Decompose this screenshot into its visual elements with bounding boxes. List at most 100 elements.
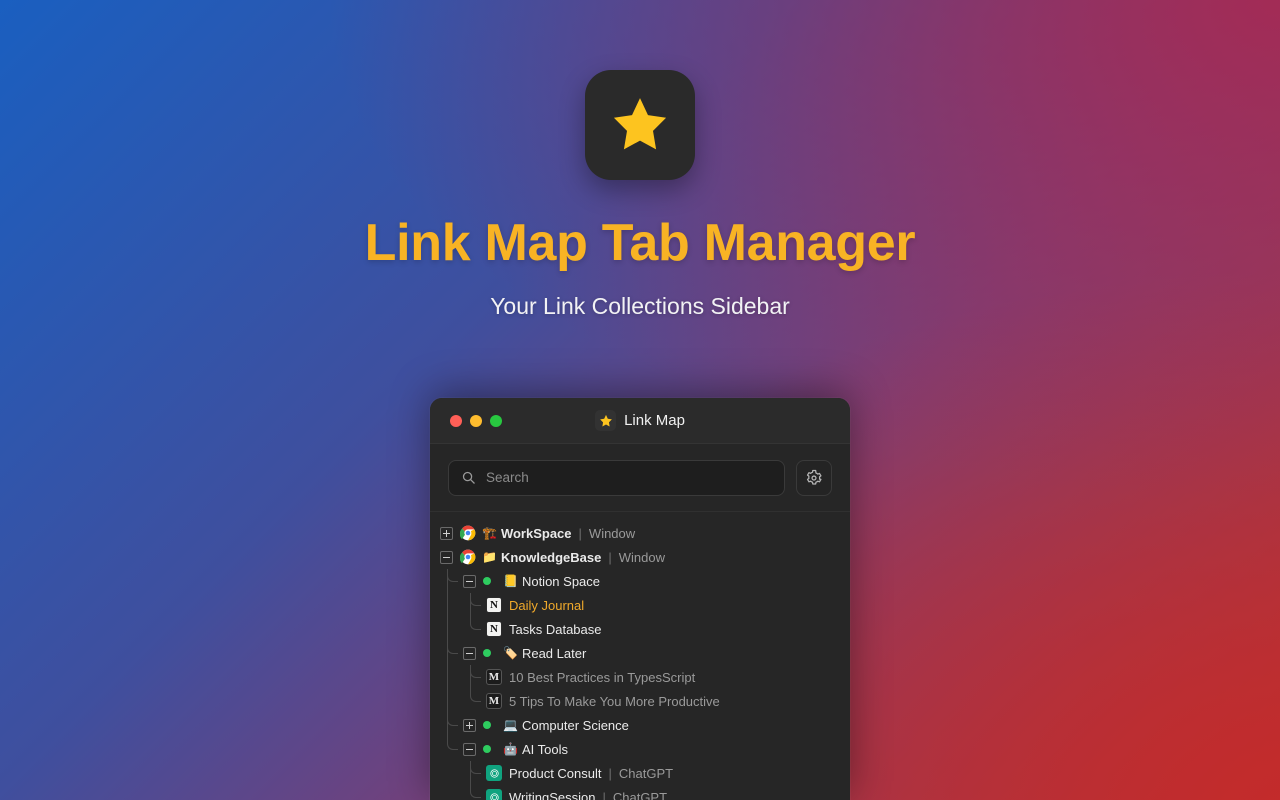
tree-item-label: Tasks Database bbox=[509, 621, 602, 637]
tree-item-label: 10 Best Practices in TypesScript bbox=[509, 669, 696, 685]
tree-elbow bbox=[470, 593, 481, 606]
tree-row-computer-science[interactable]: 💻 Computer Science bbox=[430, 713, 850, 737]
tree-row-tasks-database[interactable]: N Tasks Database bbox=[430, 617, 850, 641]
tree-item-label: WorkSpace bbox=[500, 525, 572, 541]
collapse-toggle[interactable] bbox=[463, 574, 476, 588]
tree-indent-guides bbox=[430, 521, 440, 545]
tree-item-label: Notion Space bbox=[521, 573, 601, 589]
tree-indent-guides bbox=[430, 617, 486, 641]
tree-indent-guides bbox=[430, 593, 486, 617]
tree-row-product-consult[interactable]: Product Consult | ChatGPT bbox=[430, 761, 850, 785]
notion-icon: N bbox=[486, 597, 502, 613]
tree-item-label: Read Later bbox=[521, 645, 587, 661]
tree-elbow bbox=[470, 665, 481, 678]
minimize-button[interactable] bbox=[470, 414, 482, 427]
group-emoji-icon: 🏷️ bbox=[503, 646, 518, 660]
tree-row-notion-space[interactable]: 📒 Notion Space bbox=[430, 569, 850, 593]
label-separator: | bbox=[602, 789, 606, 800]
app-badge bbox=[595, 410, 617, 431]
chatgpt-glyph bbox=[489, 792, 499, 800]
tree-guide-line bbox=[470, 665, 471, 689]
page-subtitle: Your Link Collections Sidebar bbox=[490, 293, 790, 319]
tree-item-label: Daily Journal bbox=[509, 597, 585, 613]
tree-indent-guides bbox=[430, 713, 463, 737]
group-emoji-icon: 🤖 bbox=[503, 742, 518, 756]
label-separator: | bbox=[578, 525, 582, 541]
tree-guide-line bbox=[447, 617, 448, 641]
tree-indent-guides bbox=[430, 545, 440, 569]
tree-elbow bbox=[470, 617, 481, 630]
tree-item-label: Computer Science bbox=[521, 717, 629, 733]
tree-elbow bbox=[470, 761, 481, 774]
tree-row-five-tips[interactable]: M 5 Tips To Make You More Productive bbox=[430, 689, 850, 713]
chrome-icon bbox=[460, 549, 476, 565]
chrome-icon bbox=[460, 525, 476, 541]
tree-elbow bbox=[447, 713, 458, 726]
gear-icon bbox=[806, 469, 822, 485]
tree-elbow bbox=[447, 569, 458, 582]
tree-guide-line bbox=[447, 665, 448, 689]
tree-elbow bbox=[470, 785, 481, 798]
tree-row-ts-best-practices[interactable]: M 10 Best Practices in TypesScript bbox=[430, 665, 850, 689]
collapse-toggle[interactable] bbox=[463, 646, 476, 660]
tree-elbow bbox=[447, 641, 458, 654]
tree-item-meta: Window bbox=[588, 525, 636, 541]
tree-item-meta: ChatGPT bbox=[618, 765, 674, 781]
tree-item-label: KnowledgeBase bbox=[500, 549, 602, 565]
chatgpt-icon bbox=[486, 765, 502, 781]
status-dot bbox=[483, 721, 491, 729]
tree-row-ai-tools[interactable]: 🤖 AI Tools bbox=[430, 737, 850, 761]
tree-row-workspace[interactable]: 🏗️ WorkSpace | Window bbox=[430, 521, 850, 545]
tree-guide-line bbox=[447, 569, 448, 593]
tree-item-label: Product Consult bbox=[509, 765, 602, 781]
tree-item-label: AI Tools bbox=[521, 741, 568, 757]
tree-guide-line bbox=[447, 641, 448, 665]
tree-indent-guides bbox=[430, 569, 463, 593]
label-separator: | bbox=[608, 549, 612, 565]
link-tree: 🏗️ WorkSpace | Window 📁 KnowledgeBase | Window 📒… bbox=[430, 512, 850, 800]
tree-guide-line bbox=[447, 689, 448, 713]
group-emoji-icon: 📁 bbox=[482, 550, 497, 564]
collapse-toggle[interactable] bbox=[463, 742, 476, 756]
tree-guide-line bbox=[470, 593, 471, 617]
tree-indent-guides bbox=[430, 665, 486, 689]
tree-guide-line bbox=[447, 713, 448, 737]
tree-indent-guides bbox=[430, 689, 486, 713]
medium-icon: M bbox=[486, 669, 502, 685]
status-dot bbox=[483, 577, 491, 585]
expand-toggle[interactable] bbox=[440, 526, 453, 540]
tree-elbow bbox=[470, 689, 481, 702]
tree-item-meta: Window bbox=[618, 549, 666, 565]
tree-row-writing-session[interactable]: WritingSession | ChatGPT bbox=[430, 785, 850, 800]
collapse-toggle[interactable] bbox=[440, 550, 453, 564]
tree-indent-guides bbox=[430, 737, 463, 761]
tree-guide-line bbox=[470, 761, 471, 785]
group-emoji-icon: 📒 bbox=[503, 574, 518, 588]
maximize-button[interactable] bbox=[490, 414, 502, 427]
search-icon bbox=[462, 471, 475, 484]
chatgpt-glyph bbox=[489, 768, 499, 778]
tree-row-read-later[interactable]: 🏷️ Read Later bbox=[430, 641, 850, 665]
app-icon bbox=[585, 70, 695, 180]
tree-guide-line bbox=[447, 593, 448, 617]
traffic-lights bbox=[450, 414, 502, 427]
search-input[interactable] bbox=[486, 470, 772, 485]
tree-row-daily-journal[interactable]: N Daily Journal bbox=[430, 593, 850, 617]
window-title: Link Map bbox=[624, 412, 685, 429]
tree-item-label: 5 Tips To Make You More Productive bbox=[509, 693, 720, 709]
search-field[interactable] bbox=[448, 459, 785, 496]
tree-elbow bbox=[447, 737, 458, 750]
window-titlebar: Link Map bbox=[430, 398, 850, 444]
tree-item-label: WritingSession bbox=[509, 789, 596, 800]
medium-icon: M bbox=[486, 693, 502, 709]
expand-toggle[interactable] bbox=[463, 718, 476, 732]
tree-row-knowledgebase[interactable]: 📁 KnowledgeBase | Window bbox=[430, 545, 850, 569]
tree-indent-guides bbox=[430, 641, 463, 665]
hero-section: Link Map Tab Manager Your Link Collectio… bbox=[0, 0, 1280, 320]
status-dot bbox=[483, 745, 491, 753]
settings-button[interactable] bbox=[796, 459, 832, 496]
tree-item-meta: ChatGPT bbox=[612, 789, 668, 800]
close-button[interactable] bbox=[450, 414, 462, 427]
page-title: Link Map Tab Manager bbox=[364, 214, 916, 272]
status-dot bbox=[483, 649, 491, 657]
